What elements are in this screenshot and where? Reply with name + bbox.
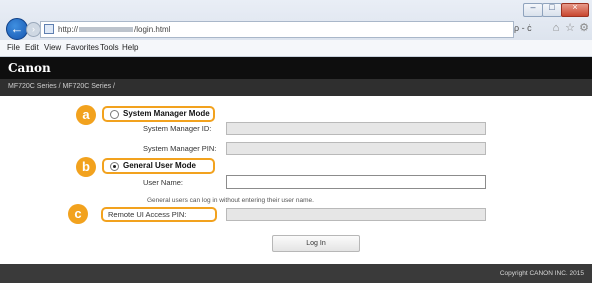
canon-logo: Canon (8, 61, 51, 75)
menu-edit[interactable]: Edit (25, 42, 39, 54)
user-name-label: User Name: (143, 178, 184, 187)
minimize-button[interactable]: – (523, 2, 543, 17)
menu-file[interactable]: File (7, 42, 20, 54)
user-name-input[interactable] (226, 175, 486, 189)
log-in-button[interactable]: Log In (272, 235, 360, 252)
system-manager-id-field[interactable] (226, 122, 486, 135)
menu-view[interactable]: View (44, 42, 61, 54)
menu-tools[interactable]: Tools (100, 42, 119, 54)
system-manager-pin-label: System Manager PIN: (143, 144, 217, 153)
remote-ui-access-pin-label: Remote UI Access PIN: (108, 210, 187, 219)
callout-b: b (76, 157, 96, 177)
callout-c: c (68, 204, 88, 224)
page-footer: Copyright CANON INC. 2015 (0, 264, 592, 283)
forward-arrow-icon: › (32, 24, 35, 34)
url-prefix: http:// (58, 25, 79, 34)
redacted-host (79, 27, 134, 33)
maximize-icon: □ (549, 2, 555, 12)
breadcrumb: MF720C Series / MF720C Series / (8, 83, 115, 90)
close-window-button[interactable]: × (561, 2, 589, 17)
menu-favorites[interactable]: Favorites (66, 42, 99, 54)
browser-titlebar: – □ × ← › http:// /login.html ρ - ċ ⌂ ☆ ⚙ (0, 0, 592, 40)
callout-a: a (76, 105, 96, 125)
menu-help[interactable]: Help (122, 42, 138, 54)
menu-bar: File Edit View Favorites Tools Help (0, 40, 592, 57)
system-manager-pin-field[interactable] (226, 142, 486, 155)
copyright-text: Copyright CANON INC. 2015 (499, 270, 584, 277)
home-icon[interactable]: ⌂ (550, 22, 562, 34)
search-refresh-controls[interactable]: ρ - ċ (514, 21, 544, 36)
back-button[interactable]: ← (6, 18, 28, 40)
general-user-hint: General users can log in without enterin… (147, 197, 314, 204)
url-text: http:// /login.html (58, 23, 170, 36)
minimize-icon: – (530, 2, 536, 12)
system-manager-id-label: System Manager ID: (143, 124, 212, 133)
favorites-icon[interactable]: ☆ (564, 22, 576, 34)
back-arrow-icon: ← (10, 21, 24, 36)
maximize-button[interactable]: □ (542, 2, 562, 17)
url-suffix: /login.html (134, 25, 171, 34)
remote-ui-access-pin-field[interactable] (226, 208, 486, 221)
device-subheader: MF720C Series / MF720C Series / (0, 79, 592, 96)
system-manager-mode-radio[interactable] (110, 110, 119, 119)
canon-header: Canon (0, 57, 592, 79)
settings-icon[interactable]: ⚙ (578, 22, 590, 34)
general-user-mode-radio[interactable] (110, 162, 119, 171)
forward-button[interactable]: › (26, 22, 41, 37)
page-icon (44, 24, 54, 34)
address-bar[interactable]: http:// /login.html (40, 21, 514, 38)
system-manager-mode-label: System Manager Mode (123, 109, 210, 118)
close-icon: × (572, 2, 578, 12)
general-user-mode-label: General User Mode (123, 161, 196, 170)
radio-selected-dot (113, 165, 116, 168)
